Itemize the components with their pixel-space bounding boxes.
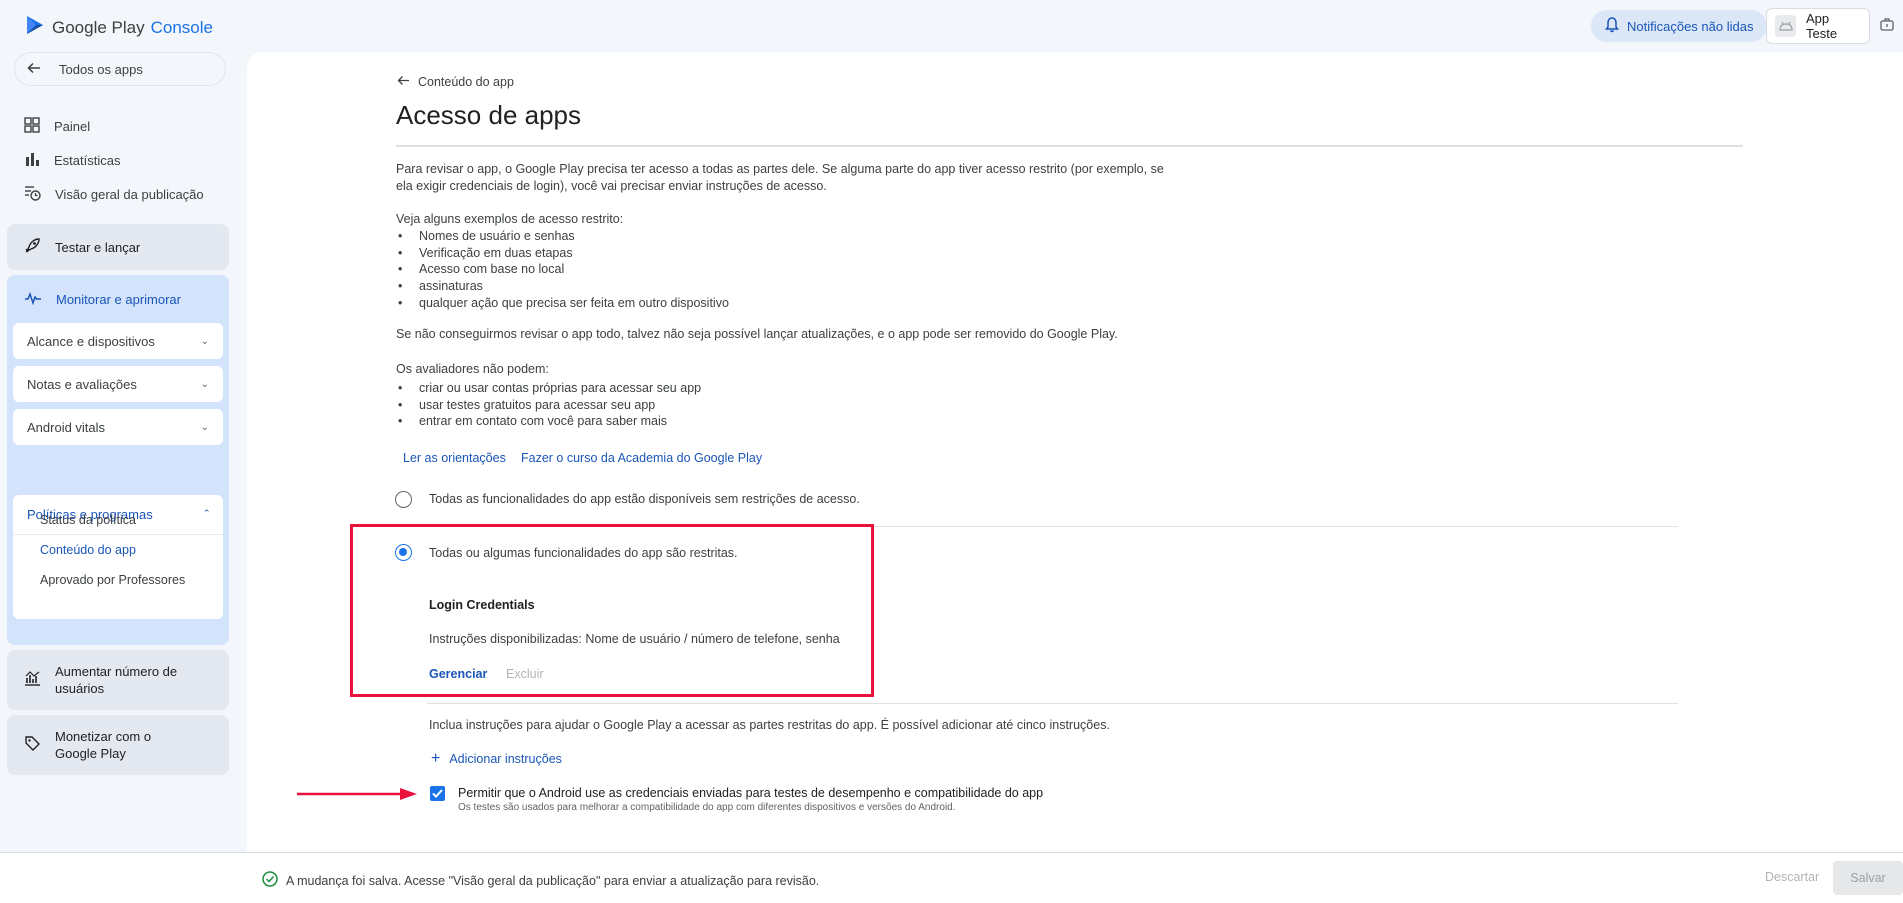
app-selector[interactable]: App Teste <box>1766 8 1870 44</box>
dashboard-icon <box>24 117 40 136</box>
sidebar-item-android-vitals[interactable]: Android vitals ⌄ <box>13 409 223 445</box>
sidebar-item-statistics[interactable]: Estatísticas <box>24 151 120 170</box>
section-header-monitor[interactable]: Monitorar e aprimorar <box>7 275 229 323</box>
subsection-label: Notas e avaliações <box>27 376 137 392</box>
logo-text-console: Console <box>150 17 213 37</box>
credentials-divider <box>427 703 1678 704</box>
add-instructions-button[interactable]: + Adicionar instruções <box>431 750 562 767</box>
allow-android-checkbox[interactable] <box>430 786 445 801</box>
logo-text-google-play: Google Play <box>52 17 145 37</box>
tag-icon <box>24 735 41 756</box>
intro-line-2: ela exigir credenciais de login), você v… <box>396 179 827 193</box>
sidebar-section-monitor: Monitorar e aprimorar Alcance e disposit… <box>7 275 229 645</box>
chevron-down-icon: ⌄ <box>200 421 209 433</box>
play-logo-icon <box>24 14 46 41</box>
section-header: Aumentar número de usuários <box>7 650 229 710</box>
sidebar-item-ratings-reviews[interactable]: Notas e avaliações ⌄ <box>13 366 223 402</box>
check-circle-icon <box>262 871 278 890</box>
saved-message: A mudança foi salva. Acesse "Visão geral… <box>286 873 820 888</box>
page-title: Acesso de apps <box>396 100 582 130</box>
chevron-down-icon: ⌄ <box>200 335 209 347</box>
sidebar-item-policy-status[interactable]: Status da política <box>40 513 136 527</box>
examples-heading: Veja alguns exemplos de acesso restrito: <box>396 212 624 226</box>
plus-icon: + <box>431 750 441 767</box>
sidebar-item-publishing-overview[interactable]: Visão geral da publicação <box>24 184 204 204</box>
back-to-app-content-link[interactable]: Conteúdo do app <box>397 75 514 89</box>
allow-android-label: Permitir que o Android use as credenciai… <box>458 786 1044 800</box>
section-label: Monitorar e aprimorar <box>56 291 181 307</box>
list-item: usar testes gratuitos para acessar seu a… <box>396 397 701 414</box>
bar-chart-icon <box>24 151 40 170</box>
chevron-down-icon: ⌄ <box>200 378 209 390</box>
sidebar-item-label: Estatísticas <box>54 153 121 168</box>
academy-course-link[interactable]: Fazer o curso da Academia do Google Play <box>521 451 762 465</box>
app-name: App Teste <box>1806 11 1838 41</box>
checkmark-icon <box>432 789 443 798</box>
title-divider <box>396 145 1743 147</box>
read-guidelines-link[interactable]: Ler as orientações <box>403 451 506 465</box>
bell-icon <box>1605 16 1619 36</box>
annotation-highlight-box <box>350 524 874 697</box>
list-item: Nomes de usuário e senhas <box>396 228 729 245</box>
section-label: Monetizar com o Google Play <box>55 729 152 761</box>
bottom-action-bar: A mudança foi salva. Acesse "Visão geral… <box>0 852 1903 903</box>
all-apps-button[interactable]: Todos os apps <box>14 52 226 86</box>
sidebar-section-grow-users[interactable]: Aumentar número de usuários <box>7 650 229 710</box>
toolbox-icon[interactable] <box>1880 17 1898 35</box>
sidebar-section-monetize[interactable]: Monetizar com o Google Play <box>7 715 229 775</box>
chevron-up-icon: ˆ <box>204 507 209 522</box>
subsection-label: Android vitals <box>27 419 106 435</box>
option-all-available-label: Todas as funcionalidades do app estão di… <box>429 492 860 506</box>
list-item: Acesso com base no local <box>396 261 729 278</box>
sidebar-item-dashboard[interactable]: Painel <box>24 117 90 136</box>
sidebar-item-app-content[interactable]: Conteúdo do app <box>40 543 136 557</box>
sidebar: Todos os apps Painel Estatísticas Visão … <box>0 52 244 852</box>
list-item: qualquer ação que precisa ser feita em o… <box>396 295 729 312</box>
discard-button[interactable]: Descartar <box>1765 870 1819 884</box>
section-label: Testar e lançar <box>55 239 141 255</box>
sidebar-item-teacher-approved[interactable]: Aprovado por Professores <box>40 573 185 587</box>
list-item: criar ou usar contas próprias para acess… <box>396 380 701 397</box>
pulse-icon <box>24 291 42 308</box>
back-label: Conteúdo do app <box>418 75 514 89</box>
publishing-overview-icon <box>24 184 41 204</box>
main-content: Conteúdo do app Acesso de apps Para revi… <box>247 52 1903 852</box>
section-header: Testar e lançar <box>7 224 229 270</box>
save-button[interactable]: Salvar <box>1833 861 1903 895</box>
section-label: Aumentar número de usuários <box>55 664 178 696</box>
subsection-label: Alcance e dispositivos <box>27 333 155 349</box>
back-arrow-icon <box>397 75 410 89</box>
examples-list: Nomes de usuário e senhas Verificação em… <box>396 228 729 312</box>
add-instructions-label: Adicionar instruções <box>449 752 562 766</box>
sidebar-item-label: Visão geral da publicação <box>55 186 204 202</box>
grow-chart-icon <box>24 670 41 691</box>
rocket-icon <box>24 237 41 257</box>
top-bar: Google Play Console Notificações não lid… <box>0 0 1903 52</box>
list-item: assinaturas <box>396 278 729 295</box>
all-apps-label: Todos os apps <box>59 61 143 77</box>
list-item: entrar em contato com você para saber ma… <box>396 413 701 430</box>
notifications-button[interactable]: Notificações não lidas <box>1591 10 1768 42</box>
intro-text: Para revisar o app, o Google Play precis… <box>396 161 1164 195</box>
reviewers-heading: Os avaliadores não podem: <box>396 362 549 376</box>
include-instructions-text: Inclua instruções para ajudar o Google P… <box>429 718 1110 732</box>
sidebar-section-test-release[interactable]: Testar e lançar <box>7 224 229 270</box>
google-play-console-logo[interactable]: Google Play Console <box>24 14 213 41</box>
intro-line-1: Para revisar o app, o Google Play precis… <box>396 162 1164 176</box>
notifications-label: Notificações não lidas <box>1627 18 1754 34</box>
sidebar-item-reach-devices[interactable]: Alcance e dispositivos ⌄ <box>13 323 223 359</box>
reviewers-list: criar ou usar contas próprias para acess… <box>396 380 701 430</box>
annotation-arrow-icon <box>297 788 417 800</box>
radio-all-available[interactable] <box>395 491 412 508</box>
back-arrow-icon <box>27 62 41 77</box>
section-header: Monetizar com o Google Play <box>7 715 229 775</box>
android-app-icon <box>1775 15 1796 37</box>
allow-android-note: Os testes são usados para melhorar a com… <box>458 802 956 813</box>
warning-text: Se não conseguirmos revisar o app todo, … <box>396 327 1118 341</box>
list-item: Verificação em duas etapas <box>396 245 729 262</box>
sidebar-item-label: Painel <box>54 119 91 134</box>
saved-status: A mudança foi salva. Acesse "Visão geral… <box>262 871 819 890</box>
